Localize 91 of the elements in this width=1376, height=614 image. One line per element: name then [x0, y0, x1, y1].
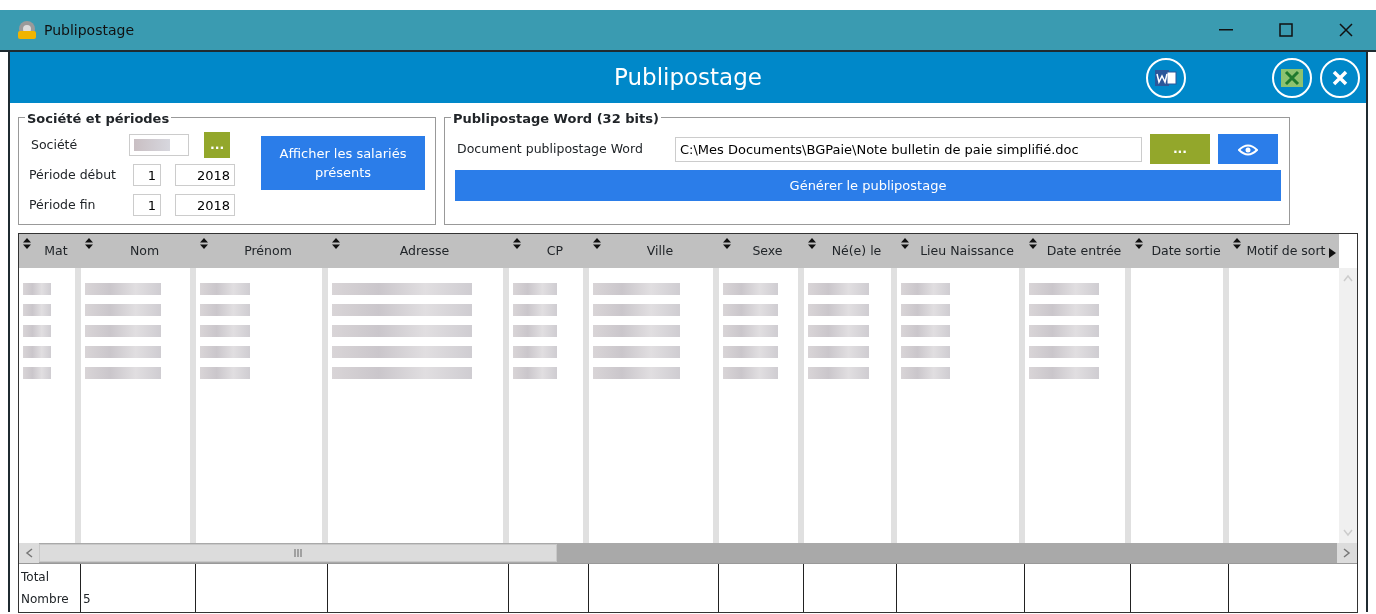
- redacted-text: [23, 304, 51, 316]
- field-label: Période fin: [29, 195, 97, 214]
- column-header[interactable]: Motif de sort: [1229, 234, 1339, 268]
- redacted-text: [1029, 283, 1099, 295]
- redacted-text: [23, 283, 51, 295]
- redacted-text: [901, 325, 950, 337]
- word-export-button[interactable]: [1146, 57, 1186, 98]
- redacted-text: [23, 325, 51, 337]
- column-header[interactable]: Né(e) le: [804, 234, 897, 268]
- field-label: Document publipostage Word: [456, 139, 644, 158]
- redacted-text: [513, 283, 558, 295]
- horizontal-scrollbar[interactable]: [19, 543, 1357, 563]
- field-label: Société: [30, 135, 79, 154]
- redacted-text: [513, 346, 558, 358]
- redacted-text: [513, 304, 558, 316]
- redacted-text: [200, 283, 251, 295]
- redacted-text: [808, 346, 869, 358]
- redacted-text: [901, 346, 950, 358]
- redacted-text: [200, 304, 251, 316]
- column-header[interactable]: CP: [509, 234, 589, 268]
- redacted-text: [723, 346, 779, 358]
- redacted-text: [1029, 304, 1099, 316]
- sort-icon[interactable]: [723, 238, 731, 249]
- redacted-text: [901, 283, 950, 295]
- company-field[interactable]: [129, 134, 189, 156]
- document-icon: [1155, 67, 1177, 88]
- minimize-icon: [1219, 29, 1233, 31]
- column-header[interactable]: Adresse: [328, 234, 509, 268]
- redacted-text: [23, 367, 51, 379]
- redacted-text: [808, 283, 869, 295]
- field-label: Période début: [29, 165, 118, 184]
- scroll-left-icon[interactable]: [25, 548, 33, 558]
- close-icon: [1331, 68, 1349, 87]
- show-employees-button[interactable]: Afficher les salariés présents: [261, 136, 425, 190]
- redacted-text: [200, 346, 251, 358]
- redacted-text: [200, 367, 251, 379]
- sort-icon[interactable]: [513, 238, 521, 249]
- sort-icon[interactable]: [23, 238, 31, 249]
- close-icon: [1339, 23, 1353, 37]
- grip-icon[interactable]: [293, 549, 303, 557]
- redacted-text: [23, 346, 51, 358]
- column-header[interactable]: Nom: [81, 234, 196, 268]
- sort-icon[interactable]: [332, 238, 340, 249]
- redacted-text: [723, 283, 779, 295]
- scroll-right-icon[interactable]: [1329, 248, 1336, 258]
- window-title: Publipostage: [44, 20, 135, 40]
- month-field[interactable]: 1: [133, 164, 161, 186]
- column-header[interactable]: Date entrée: [1025, 234, 1131, 268]
- preview-button[interactable]: [1218, 134, 1278, 164]
- column-header[interactable]: Lieu Naissance: [897, 234, 1025, 268]
- redacted-text: [513, 367, 558, 379]
- eye-icon: [1238, 143, 1258, 156]
- excel-export-button[interactable]: [1272, 57, 1312, 98]
- month-field[interactable]: 1: [133, 194, 161, 216]
- column-header[interactable]: Date sortie: [1131, 234, 1229, 268]
- year-field[interactable]: 2018: [175, 194, 235, 216]
- sort-icon[interactable]: [593, 238, 601, 249]
- sort-icon[interactable]: [1029, 238, 1037, 249]
- count-value: 5: [83, 591, 91, 608]
- redacted-text: [200, 325, 251, 337]
- sort-icon[interactable]: [85, 238, 93, 249]
- redacted-text: [901, 367, 950, 379]
- app-icon: [16, 20, 38, 40]
- column-header[interactable]: Mat: [19, 234, 81, 268]
- column-header[interactable]: Sexe: [719, 234, 804, 268]
- year-field[interactable]: 2018: [175, 164, 235, 186]
- redacted-text: [1029, 346, 1099, 358]
- redacted-text: [808, 367, 869, 379]
- column-header[interactable]: Prénom: [196, 234, 328, 268]
- footer-label: Nombre: [21, 591, 70, 608]
- generate-button[interactable]: Générer le publipostage: [455, 170, 1281, 201]
- redacted-text: [723, 367, 779, 379]
- redacted-text: [723, 325, 779, 337]
- header-title: Publipostage: [613, 63, 763, 93]
- redacted-text: [1029, 367, 1099, 379]
- redacted-text: [808, 304, 869, 316]
- maximize-icon: [1279, 23, 1293, 37]
- sort-icon[interactable]: [200, 238, 208, 249]
- document-path-field[interactable]: C:\Mes Documents\BGPaie\Note bulletin de paie simplifié.doc: [675, 136, 1142, 162]
- spreadsheet-icon: [1281, 67, 1303, 88]
- footer-label: Total: [21, 569, 51, 586]
- redacted-text: [513, 325, 558, 337]
- sort-icon[interactable]: [1233, 238, 1241, 249]
- sort-icon[interactable]: [808, 238, 816, 249]
- redacted-text: [901, 304, 950, 316]
- redacted-text: [808, 325, 869, 337]
- redacted-text: [723, 304, 779, 316]
- sort-icon[interactable]: [1135, 238, 1143, 249]
- redacted-text: [1029, 325, 1099, 337]
- column-header[interactable]: Ville: [589, 234, 719, 268]
- sort-icon[interactable]: [901, 238, 909, 249]
